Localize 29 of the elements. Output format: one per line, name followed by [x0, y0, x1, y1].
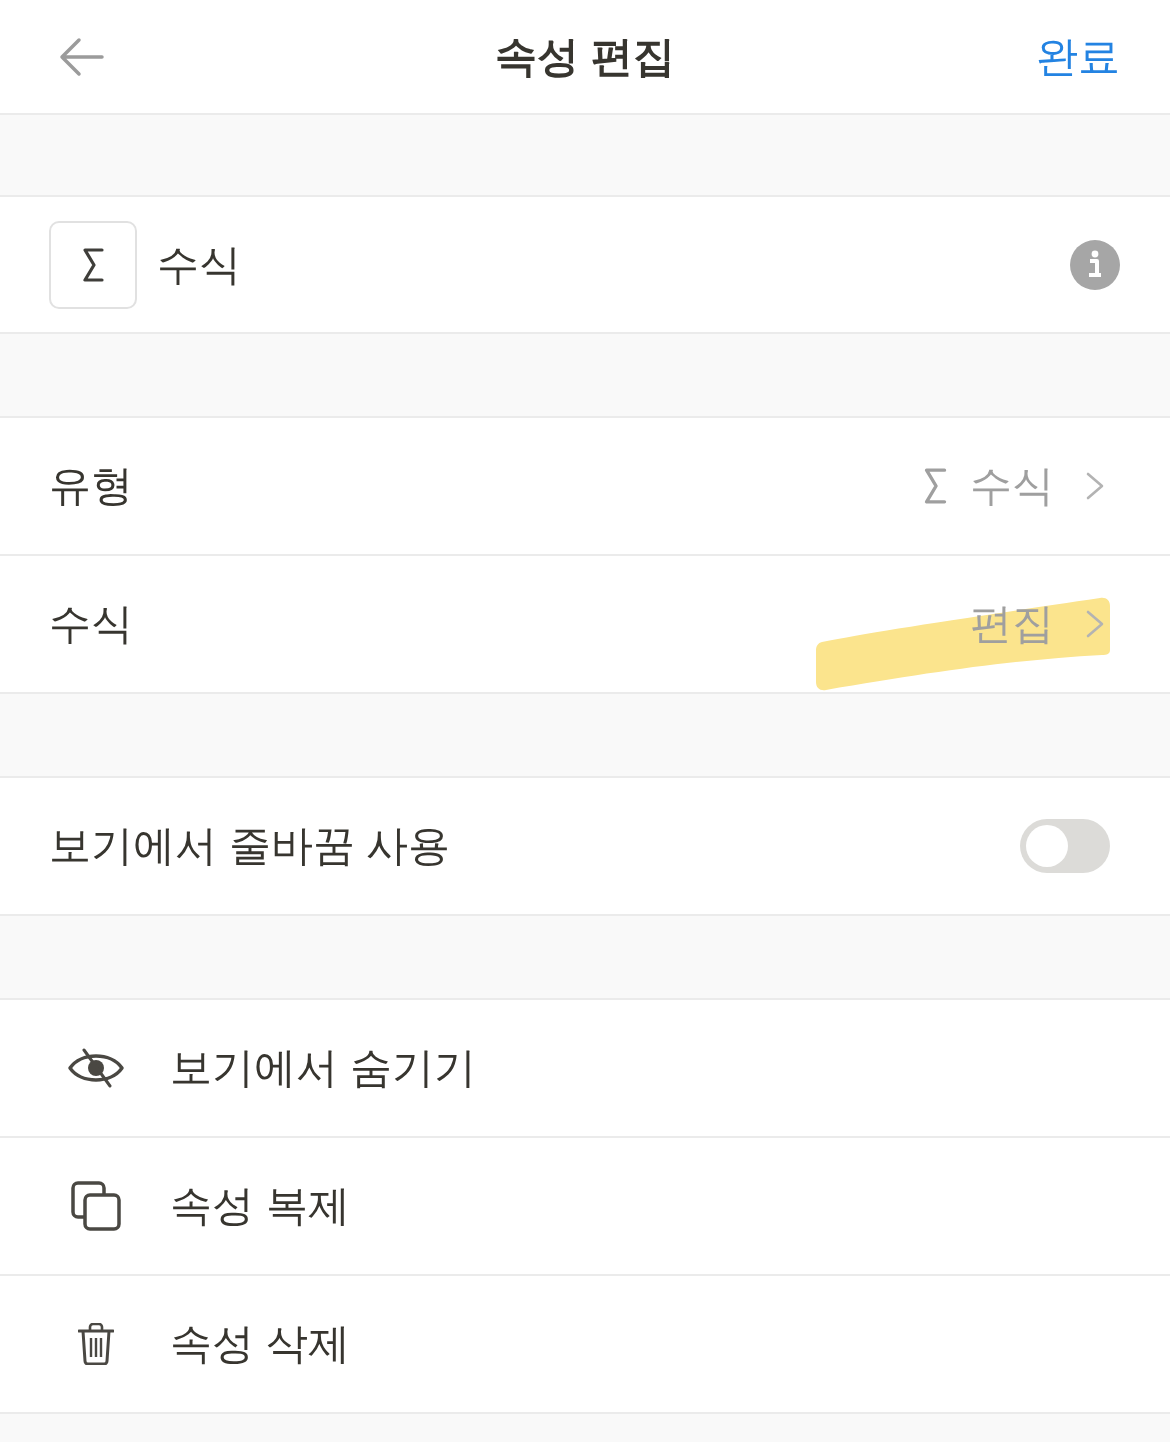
trash-icon [78, 1323, 114, 1365]
settings-row[interactable]: 유형 수식 [0, 418, 1170, 556]
done-button[interactable]: 완료 [1036, 35, 1120, 78]
toggle-switch[interactable] [1020, 819, 1110, 873]
page-title: 속성 편집 [495, 35, 675, 78]
settings-row[interactable]: 보기에서 줄바꿈 사용 [0, 778, 1170, 916]
setting-value: 수식 [970, 465, 1054, 507]
icon-picker-button[interactable] [49, 220, 137, 309]
sigma-icon [81, 246, 105, 283]
action-label: 속성 복제 [170, 1185, 350, 1227]
action-row[interactable]: 속성 삭제 [0, 1276, 1170, 1414]
action-row[interactable]: 보기에서 숨기기 [0, 1000, 1170, 1138]
setting-value: 편집 [970, 603, 1054, 645]
action-row[interactable]: 속성 복제 [0, 1138, 1170, 1276]
back-arrow-icon [58, 36, 104, 77]
eye-slash-icon [67, 1048, 125, 1088]
property-name-field[interactable]: 수식 [157, 243, 241, 286]
setting-label: 수식 [49, 603, 133, 645]
setting-label: 보기에서 줄바꿈 사용 [49, 825, 451, 867]
action-label: 속성 삭제 [170, 1323, 350, 1365]
action-label: 보기에서 숨기기 [170, 1047, 476, 1089]
info-icon[interactable] [1070, 239, 1120, 290]
copy-icon [71, 1181, 121, 1231]
back-button[interactable] [58, 36, 104, 77]
settings-row[interactable]: 수식 편집 [0, 556, 1170, 694]
setting-label: 유형 [49, 465, 133, 507]
sigma-icon [922, 467, 948, 505]
chevron-right-icon [1086, 472, 1104, 500]
chevron-right-icon [1086, 610, 1104, 638]
